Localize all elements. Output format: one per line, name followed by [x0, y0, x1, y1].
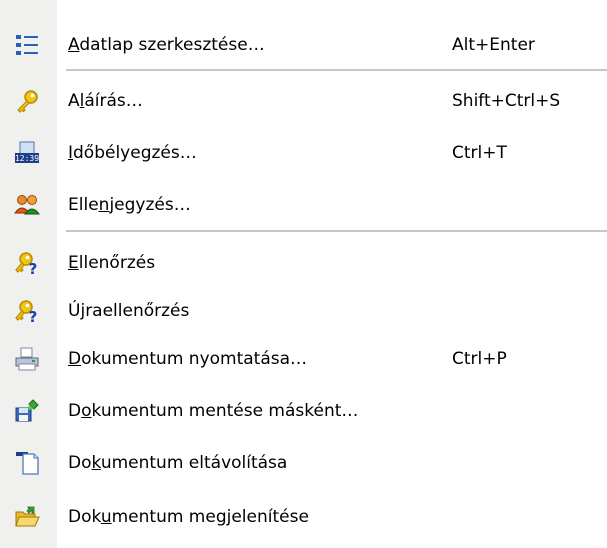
document-remove-icon: [14, 450, 40, 476]
list-icon: [14, 32, 40, 58]
menu-item-label: Dokumentum eltávolítása: [68, 453, 288, 473]
menu-item-label: Adatlap szerkesztése…: [68, 35, 265, 55]
key-icon: [14, 88, 40, 114]
menu-item-label: Aláírás…: [68, 91, 143, 111]
menu-item-shortcut: Ctrl+T: [452, 143, 507, 163]
printer-icon: [14, 346, 40, 372]
menu-item-label: Dokumentum mentése másként…: [68, 401, 359, 421]
menu-item-remove-document[interactable]: Dokumentum eltávolítása: [0, 440, 607, 486]
key-question-icon: ?: [14, 250, 40, 276]
menu-item-save-document-as[interactable]: Dokumentum mentése másként…: [0, 388, 607, 434]
users-icon: [14, 192, 40, 218]
save-as-icon: [14, 398, 40, 424]
svg-text:?: ?: [29, 260, 38, 276]
svg-text:?: ?: [29, 308, 38, 324]
menu-item-shortcut: Shift+Ctrl+S: [452, 91, 561, 111]
menu-item-show-document[interactable]: Dokumentum megjelenítése: [0, 494, 607, 540]
svg-text:12:39: 12:39: [15, 154, 39, 163]
menu-item-reverify[interactable]: ? Újraellenőrzés: [0, 288, 607, 334]
menu-item-label: Időbélyegzés…: [68, 143, 197, 163]
menu-item-verify[interactable]: ? Ellenőrzés: [0, 240, 607, 286]
context-menu: Adatlap szerkesztése… Alt+Enter Aláírás……: [0, 0, 607, 548]
timestamp-icon: 12:39: [14, 140, 40, 166]
menu-item-label: Ellenjegyzés…: [68, 195, 191, 215]
menu-item-label: Dokumentum nyomtatása…: [68, 349, 308, 369]
menu-item-timestamp[interactable]: 12:39 Időbélyegzés… Ctrl+T: [0, 130, 607, 176]
menu-item-shortcut: Alt+Enter: [452, 35, 535, 55]
key-question-icon: ?: [14, 298, 40, 324]
menu-item-label: Újraellenőrzés: [68, 301, 190, 321]
menu-item-shortcut: Ctrl+P: [452, 349, 507, 369]
menu-item-label: Dokumentum megjelenítése: [68, 507, 309, 527]
menu-separator: [66, 230, 607, 232]
menu-item-label: Ellenőrzés: [68, 253, 156, 273]
menu-item-signature[interactable]: Aláírás… Shift+Ctrl+S: [0, 78, 607, 124]
menu-item-countersign[interactable]: Ellenjegyzés…: [0, 182, 607, 228]
folder-open-icon: [14, 504, 40, 530]
menu-item-print-document[interactable]: Dokumentum nyomtatása… Ctrl+P: [0, 336, 607, 382]
menu-separator: [66, 69, 607, 71]
menu-item-edit-datasheet[interactable]: Adatlap szerkesztése… Alt+Enter: [0, 22, 607, 68]
